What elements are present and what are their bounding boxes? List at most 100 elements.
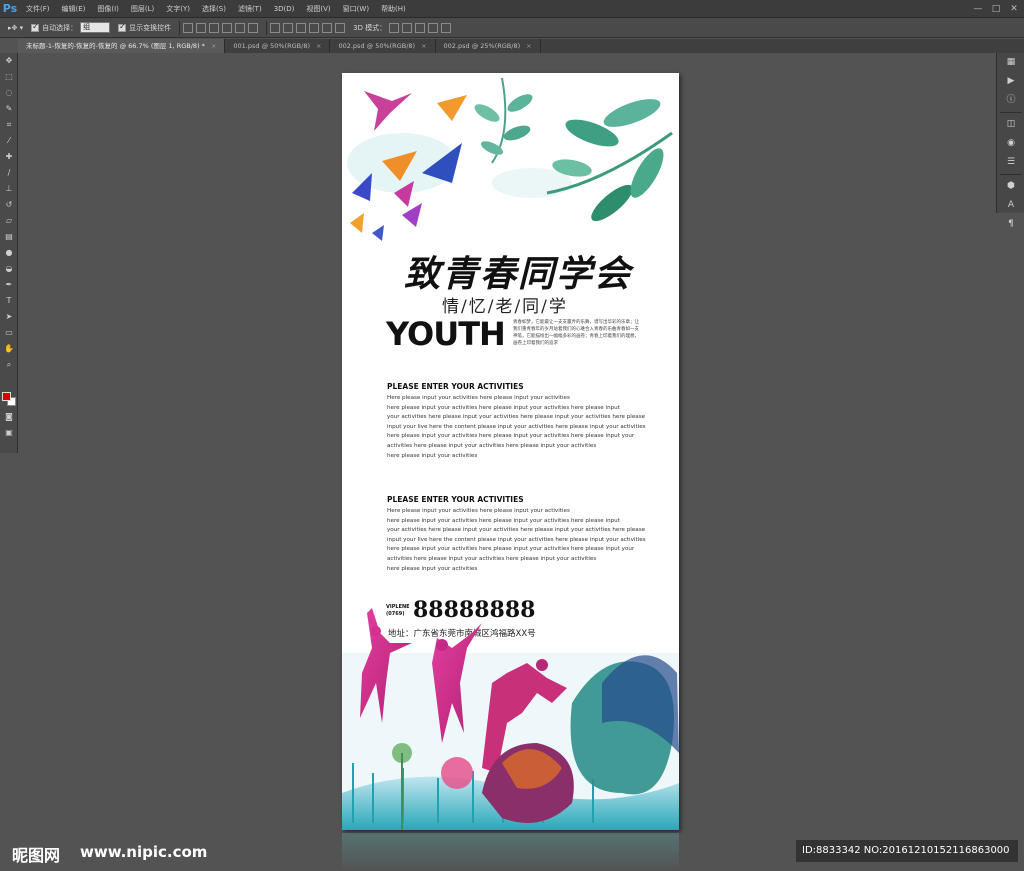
activities-body: Here please input your activities here p… bbox=[387, 507, 647, 574]
document-canvas[interactable]: 致青春同学会 情/忆/老/同/学 YOUTH 青春如梦，它能最让一支支赢弄的乐舞… bbox=[342, 73, 679, 830]
history-brush-tool-icon[interactable]: ↺ bbox=[0, 197, 18, 213]
menu-window[interactable]: 窗口(W) bbox=[337, 0, 375, 18]
channels-panel-icon[interactable]: ◉ bbox=[997, 134, 1024, 153]
align-center-icon[interactable] bbox=[235, 22, 246, 33]
document-tabs: 未标题-1-恢复的-恢复的-恢复的 @ 66.7% (图层 1, RGB/8) … bbox=[18, 39, 1024, 53]
blur-tool-icon[interactable]: ● bbox=[0, 245, 18, 261]
menu-type[interactable]: 文字(Y) bbox=[160, 0, 196, 18]
separator bbox=[266, 20, 268, 35]
align-left-icon[interactable] bbox=[222, 22, 233, 33]
distribute-bottom-icon[interactable] bbox=[296, 22, 307, 33]
minimize-button[interactable]: — bbox=[972, 4, 984, 14]
foreground-color-swatch[interactable] bbox=[2, 392, 11, 401]
roll-3d-icon[interactable] bbox=[402, 22, 413, 33]
rotate-3d-icon[interactable] bbox=[389, 22, 400, 33]
tab-document-1[interactable]: 未标题-1-恢复的-恢复的-恢复的 @ 66.7% (图层 1, RGB/8) … bbox=[18, 39, 226, 53]
menu-filter[interactable]: 滤镜(T) bbox=[232, 0, 268, 18]
crop-tool-icon[interactable]: ⌗ bbox=[0, 117, 18, 133]
eraser-tool-icon[interactable]: ▱ bbox=[0, 213, 18, 229]
body-line: input your live here the content please … bbox=[387, 536, 646, 543]
paragraph-panel-icon[interactable]: ¶ bbox=[997, 215, 1024, 234]
auto-select-option[interactable]: 自动选择： 组 bbox=[31, 22, 111, 33]
rectangle-tool-icon[interactable]: ▭ bbox=[0, 325, 18, 341]
menu-3d[interactable]: 3D(D) bbox=[268, 0, 301, 18]
activities-body: Here please input your activities here p… bbox=[387, 394, 647, 461]
align-middle-icon[interactable] bbox=[196, 22, 207, 33]
distribute-right-icon[interactable] bbox=[335, 22, 346, 33]
menu-select[interactable]: 选择(S) bbox=[196, 0, 232, 18]
adjustments-panel-icon[interactable]: ☰ bbox=[997, 153, 1024, 172]
distribute-center-icon[interactable] bbox=[322, 22, 333, 33]
screen-mode-icon[interactable]: ▣ bbox=[0, 425, 18, 441]
dodge-tool-icon[interactable]: ◒ bbox=[0, 261, 18, 277]
move-tool-icon[interactable]: ✥ bbox=[0, 53, 18, 69]
tab-document-3[interactable]: 002.psd @ 50%(RGB/8) × bbox=[330, 39, 436, 53]
body-line: activities here please input your activi… bbox=[387, 442, 597, 449]
eyedropper-tool-icon[interactable]: ⁄ bbox=[0, 133, 18, 149]
tab-document-2[interactable]: 001.psd @ 50%(RGB/8) × bbox=[225, 39, 331, 53]
tab-label: 001.psd @ 50%(RGB/8) bbox=[233, 42, 310, 50]
gradient-tool-icon[interactable]: ▤ bbox=[0, 229, 18, 245]
maximize-button[interactable]: □ bbox=[990, 4, 1002, 14]
options-bar: ▸✥ ▾ 自动选择： 组 显示变换控件 3D 模式： bbox=[0, 18, 1024, 38]
menu-image[interactable]: 图像(I) bbox=[91, 0, 125, 18]
pan-3d-icon[interactable] bbox=[415, 22, 426, 33]
body-line: here please input your activities here p… bbox=[387, 546, 635, 553]
lasso-tool-icon[interactable]: ◌ bbox=[0, 85, 18, 101]
menu-file[interactable]: 文件(F) bbox=[20, 0, 56, 18]
marquee-tool-icon[interactable]: ⬚ bbox=[0, 69, 18, 85]
actions-panel-icon[interactable]: ▶ bbox=[997, 72, 1024, 91]
align-top-icon[interactable] bbox=[183, 22, 194, 33]
youth-heading: YOUTH bbox=[386, 315, 506, 353]
close-button[interactable]: ✕ bbox=[1008, 4, 1020, 14]
distribute-top-icon[interactable] bbox=[270, 22, 281, 33]
show-transform-checkbox[interactable] bbox=[118, 22, 127, 32]
quick-mask-icon[interactable]: ◙ bbox=[0, 409, 18, 425]
clone-stamp-tool-icon[interactable]: ⊥ bbox=[0, 181, 18, 197]
move-tool-preset-icon[interactable]: ▸✥ ▾ bbox=[8, 24, 23, 32]
type-tool-icon[interactable]: T bbox=[0, 293, 18, 309]
path-select-tool-icon[interactable]: ➤ bbox=[0, 309, 18, 325]
auto-select-label: 自动选择： bbox=[42, 23, 78, 32]
activities-heading: PLEASE ENTER YOUR ACTIVITIES bbox=[387, 382, 524, 391]
character-panel-icon[interactable]: A bbox=[997, 196, 1024, 215]
watermark-logo: 昵图网 bbox=[12, 846, 61, 865]
tab-close-icon[interactable]: × bbox=[526, 42, 531, 50]
3d-panel-icon[interactable]: ⬢ bbox=[997, 177, 1024, 196]
menu-view[interactable]: 视图(V) bbox=[300, 0, 336, 18]
activities-heading: PLEASE ENTER YOUR ACTIVITIES bbox=[387, 495, 524, 504]
auto-select-dropdown[interactable]: 组 bbox=[80, 22, 111, 33]
hand-tool-icon[interactable]: ✋ bbox=[0, 341, 18, 357]
menu-edit[interactable]: 编辑(E) bbox=[56, 0, 92, 18]
distribute-left-icon[interactable] bbox=[309, 22, 320, 33]
scale-3d-icon[interactable] bbox=[441, 22, 452, 33]
mode-3d-label: 3D 模式： bbox=[353, 23, 387, 32]
watermark-url: www.nipic.com bbox=[80, 843, 208, 861]
watermark-id: ID:8833342 NO:20161210152116863000 bbox=[796, 840, 1018, 862]
menu-help[interactable]: 帮助(H) bbox=[375, 0, 412, 18]
info-panel-icon[interactable]: ⓘ bbox=[997, 91, 1024, 110]
healing-brush-tool-icon[interactable]: ✚ bbox=[0, 149, 18, 165]
body-line: here please input your activities here p… bbox=[387, 404, 620, 411]
tab-document-4[interactable]: 002.psd @ 25%(RGB/8) × bbox=[436, 39, 541, 53]
quick-select-tool-icon[interactable]: ✎ bbox=[0, 101, 18, 117]
brush-tool-icon[interactable]: ∕ bbox=[0, 165, 18, 181]
body-line: Here please input your activities here p… bbox=[387, 508, 570, 514]
body-line: activities here please input your activi… bbox=[387, 555, 597, 562]
poster-title: 致青春同学会 bbox=[403, 253, 632, 295]
pen-tool-icon[interactable]: ✒ bbox=[0, 277, 18, 293]
align-bottom-icon[interactable] bbox=[209, 22, 220, 33]
zoom-tool-icon[interactable]: ⌕ bbox=[0, 357, 18, 373]
auto-select-checkbox[interactable] bbox=[31, 22, 40, 32]
slide-3d-icon[interactable] bbox=[428, 22, 439, 33]
tab-close-icon[interactable]: × bbox=[421, 42, 426, 50]
layers-panel-icon[interactable]: ◫ bbox=[997, 115, 1024, 134]
show-transform-option[interactable]: 显示变换控件 bbox=[118, 22, 171, 33]
menu-layer[interactable]: 图层(L) bbox=[125, 0, 160, 18]
photoshop-logo: Ps bbox=[2, 1, 18, 15]
distribute-middle-icon[interactable] bbox=[283, 22, 294, 33]
align-right-icon[interactable] bbox=[248, 22, 259, 33]
tab-close-icon[interactable]: × bbox=[316, 42, 321, 50]
history-panel-icon[interactable]: ▦ bbox=[997, 53, 1024, 72]
tab-close-icon[interactable]: × bbox=[211, 42, 216, 50]
